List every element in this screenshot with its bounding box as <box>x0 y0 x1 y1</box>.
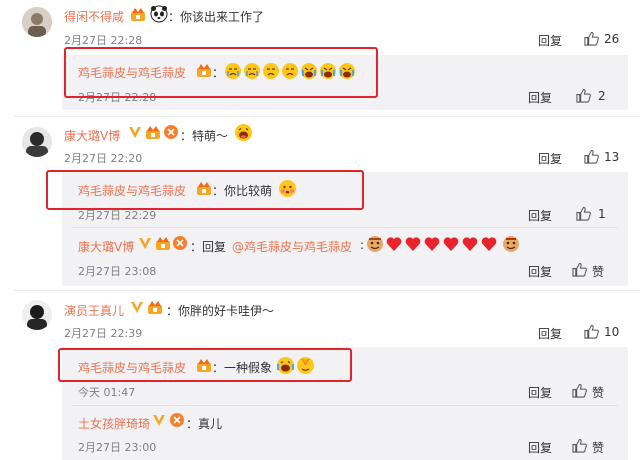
panda-emoji <box>150 5 168 23</box>
thumb-up-icon[interactable] <box>572 438 587 453</box>
v-verified-icon <box>129 127 141 138</box>
like-label: 赞 <box>592 265 605 279</box>
comment-username[interactable]: 演员王真儿 <box>64 302 124 319</box>
heart-emoji-row <box>367 236 519 252</box>
comment-time: 2月27日 22:28 <box>64 34 143 47</box>
comment-text: ：特萌～ <box>180 129 229 143</box>
member-crown-icon <box>156 237 170 250</box>
level-badge-icon <box>173 236 187 250</box>
like-count: 26 <box>604 32 620 46</box>
comment-2: 康大璐V博 ：特萌～ 2月27日 22:20 回复 13 鸡毛蒜皮与鸡毛蒜皮 ：… <box>0 118 640 290</box>
thumb-up-icon[interactable] <box>584 31 599 46</box>
reply-text: ：回复 <box>190 240 227 254</box>
reply-button[interactable]: 回复 <box>538 32 562 49</box>
comment-1: 得闲不得咸 ：你该出来工作了 2月27日 22:28 回复 26 鸡毛蒜皮与鸡毛… <box>0 0 640 110</box>
avatar[interactable] <box>22 7 52 37</box>
like-count: 13 <box>604 150 620 164</box>
like-label: 赞 <box>592 441 605 455</box>
reply-mention-link[interactable]: @鸡毛蒜皮与鸡毛蒜皮 <box>232 238 352 255</box>
divider <box>72 405 618 406</box>
comment-text: ：你胖的好卡哇伊～ <box>166 304 275 318</box>
reply-time: 2月27日 23:08 <box>78 265 157 278</box>
thumb-up-icon[interactable] <box>572 383 587 398</box>
v-verified-icon <box>139 238 151 249</box>
reply-username[interactable]: 土女孩胖琦琦 <box>78 415 150 432</box>
reply-time: 2月27日 23:00 <box>78 441 157 454</box>
avatar[interactable] <box>22 127 52 157</box>
comment-username[interactable]: 康大璐V博 <box>64 127 120 144</box>
like-count: 2 <box>598 89 606 103</box>
member-crown-icon <box>146 126 160 139</box>
like-count: 10 <box>604 325 620 339</box>
thumb-up-icon[interactable] <box>576 88 591 103</box>
divider <box>14 290 640 291</box>
divider <box>14 116 640 117</box>
highlight-box <box>58 348 352 382</box>
reply-button[interactable]: 回复 <box>528 439 552 456</box>
member-crown-icon <box>148 301 162 314</box>
highlight-box <box>46 170 364 210</box>
thumb-up-icon[interactable] <box>584 324 599 339</box>
reply-text: ：真儿 <box>186 417 223 431</box>
divider <box>72 227 618 228</box>
reply-button[interactable]: 回复 <box>528 89 552 106</box>
laugh-emoji <box>235 124 252 141</box>
thumb-up-icon[interactable] <box>576 206 591 221</box>
reply-username[interactable]: 康大璐V博 <box>78 238 134 255</box>
reply-button[interactable]: 回复 <box>538 150 562 167</box>
avatar[interactable] <box>22 300 52 330</box>
v-verified-icon <box>153 415 165 426</box>
comment-3: 演员王真儿 ：你胖的好卡哇伊～ 2月27日 22:39 回复 10 鸡毛蒜皮与鸡… <box>0 292 640 460</box>
like-label: 赞 <box>592 386 605 400</box>
thumb-up-icon[interactable] <box>584 149 599 164</box>
thumb-up-icon[interactable] <box>572 262 587 277</box>
avatar-image <box>22 7 52 37</box>
reply-colon: : <box>360 238 365 252</box>
comment-time: 2月27日 22:39 <box>64 327 143 340</box>
reply-button[interactable]: 回复 <box>538 325 562 342</box>
comment-username[interactable]: 得闲不得咸 <box>64 8 124 25</box>
comment-time: 2月27日 22:20 <box>64 152 143 165</box>
comment-text: ：你该出来工作了 <box>168 10 265 24</box>
reply-button[interactable]: 回复 <box>528 384 552 401</box>
member-crown-icon <box>131 8 145 21</box>
v-verified-icon <box>131 302 143 313</box>
avatar-image <box>22 300 52 330</box>
reply-button[interactable]: 回复 <box>528 207 552 224</box>
highlight-box <box>64 47 378 98</box>
reply-time: 今天 01:47 <box>78 386 136 399</box>
level-badge-icon <box>170 413 184 427</box>
avatar-image <box>22 127 52 157</box>
reply-button[interactable]: 回复 <box>528 263 552 280</box>
like-count: 1 <box>598 207 606 221</box>
level-badge-icon <box>164 125 178 139</box>
